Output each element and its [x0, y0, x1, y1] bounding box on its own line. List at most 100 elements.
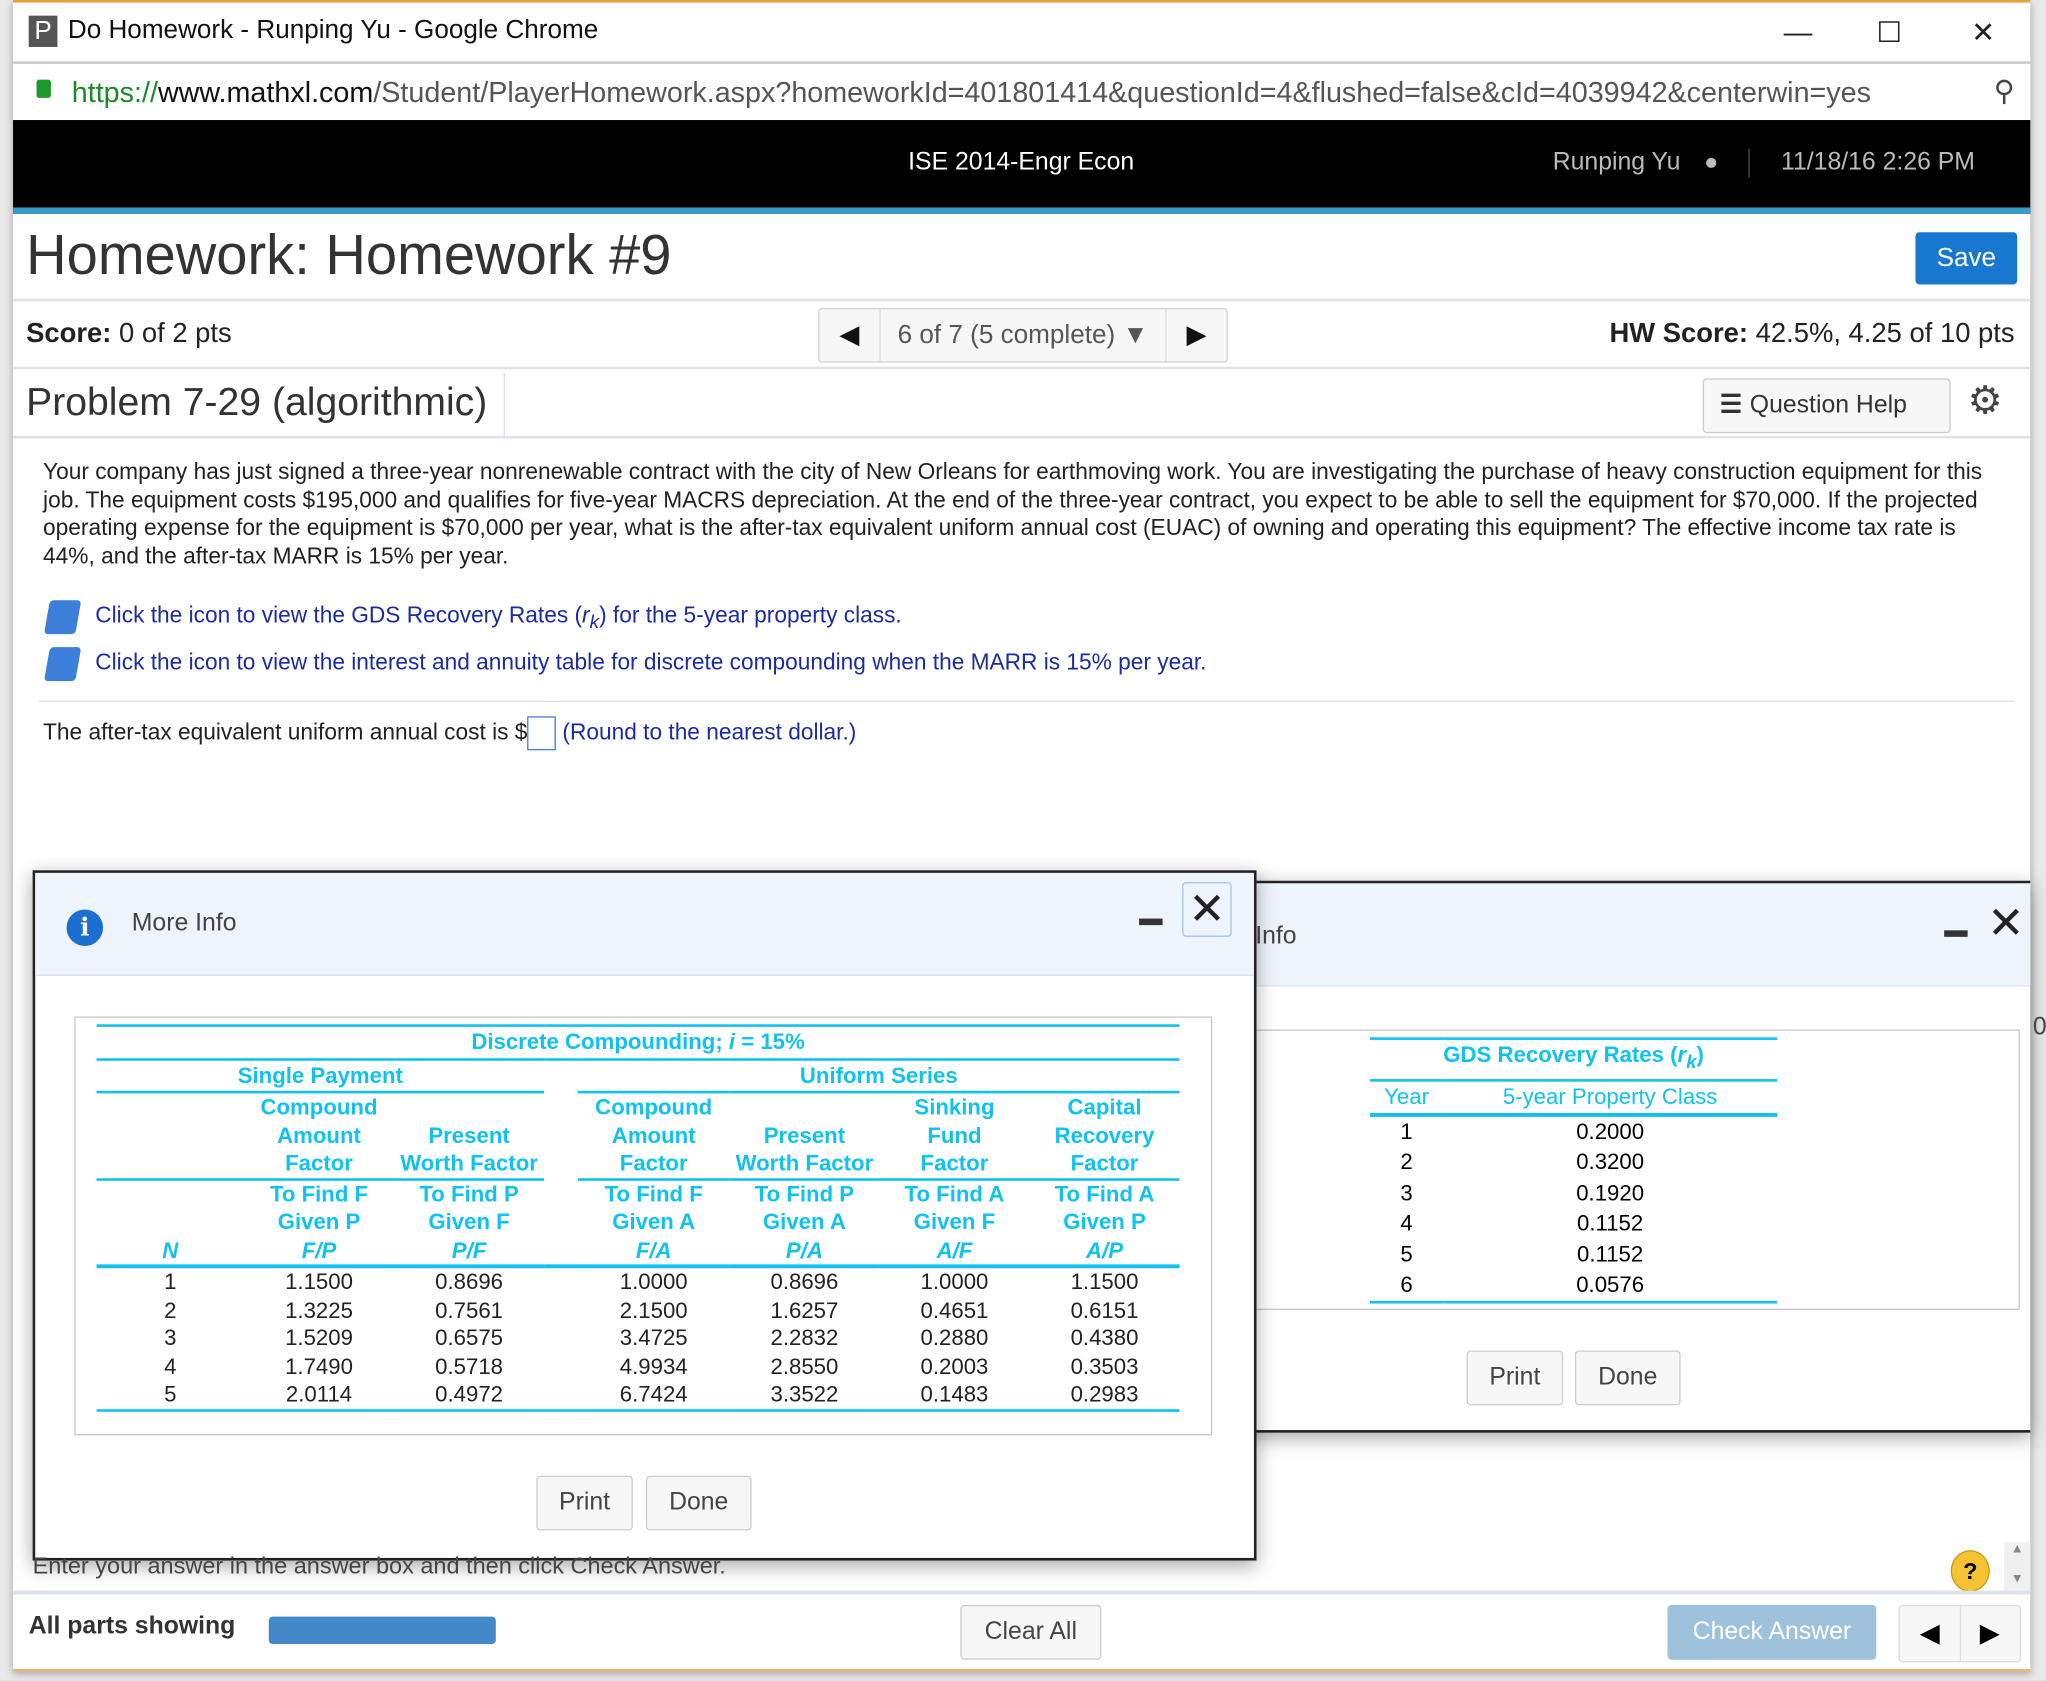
- row-n: 1: [164, 1269, 177, 1295]
- dialog-header: Info ✕: [1242, 883, 2031, 987]
- zoom-search-icon[interactable]: ⚲: [1994, 74, 2015, 108]
- table-row: 6 0.0576: [1370, 1269, 1778, 1303]
- list-icon: ☰: [1719, 391, 1742, 419]
- maximize-icon[interactable]: ☐: [1863, 10, 1915, 54]
- column-name: Capital: [1067, 1095, 1142, 1120]
- previous-part-button[interactable]: ◀: [1900, 1606, 1962, 1662]
- browser-window: P Do Homework - Runping Yu - Google Chro…: [13, 0, 2046, 1672]
- table-cell: 2.8550: [770, 1354, 839, 1379]
- answer-prefix: The after-tax equivalent uniform annual …: [43, 718, 528, 745]
- table-cell: 0.4651: [920, 1297, 989, 1323]
- next-part-button[interactable]: ▶: [1960, 1606, 2020, 1661]
- clear-all-button[interactable]: Clear All: [960, 1604, 1102, 1660]
- table-row: 4 0.1152: [1370, 1208, 1777, 1239]
- column-find: Given P: [1063, 1209, 1146, 1235]
- user-name[interactable]: Runping Yu: [1553, 149, 1681, 178]
- user-icon[interactable]: ●: [1704, 149, 1718, 176]
- row-year: 3: [1400, 1180, 1413, 1206]
- divider: [13, 435, 2031, 439]
- book-icon[interactable]: [43, 600, 82, 635]
- column-name: [394, 1092, 544, 1121]
- divider: [1748, 148, 1750, 178]
- row-n: 2: [164, 1297, 177, 1323]
- gap-cell: [544, 1324, 578, 1352]
- blank-cell: [97, 1179, 244, 1208]
- dialog-title: Info: [1255, 922, 1297, 950]
- answer-line: The after-tax equivalent uniform annual …: [43, 716, 857, 751]
- column-name: Present: [763, 1123, 846, 1148]
- minimize-icon[interactable]: [1944, 930, 1968, 937]
- scrollbar[interactable]: ▲ ▼: [2004, 1542, 2031, 1595]
- question-text: Your company has just signed a three-yea…: [43, 457, 1983, 569]
- question-help-button[interactable]: ☰ Question Help: [1702, 378, 1951, 434]
- done-button[interactable]: Done: [1574, 1350, 1681, 1406]
- gds-rates-link[interactable]: Click the icon to view the GDS Recovery …: [95, 602, 901, 634]
- link-r: r: [582, 601, 590, 628]
- table-cell: 1.0000: [920, 1269, 989, 1295]
- column-find: To Find F: [269, 1181, 369, 1207]
- print-button[interactable]: Print: [536, 1475, 633, 1531]
- answer-input[interactable]: [527, 716, 557, 751]
- table-cell: 0.4972: [394, 1380, 545, 1412]
- save-button[interactable]: Save: [1915, 232, 2018, 285]
- help-icon[interactable]: ?: [1950, 1550, 1990, 1592]
- interest-table-link[interactable]: Click the icon to view the interest and …: [95, 648, 1206, 675]
- question-position-dropdown[interactable]: 6 of 7 (5 complete) ▼: [881, 309, 1165, 361]
- minimize-icon[interactable]: —: [1772, 10, 1824, 54]
- address-bar[interactable]: https://www.mathxl.com/Student/PlayerHom…: [13, 61, 2031, 123]
- column-find: To Find F: [604, 1181, 703, 1207]
- column-find: A/F: [879, 1236, 1030, 1269]
- interest-table: Discrete Compounding; i = 15% Single Paym…: [96, 1024, 1180, 1412]
- gap-cell: [544, 1150, 578, 1179]
- close-window-icon[interactable]: ✕: [1957, 10, 2009, 54]
- part-navigator: ◀ ▶: [1898, 1604, 2022, 1663]
- dialog-header: i More Info ✕: [35, 872, 1254, 976]
- table-title-row: GDS Recovery Rates (rk): [1370, 1037, 1778, 1082]
- gap-cell: [544, 1121, 578, 1149]
- gap-cell: [544, 1179, 578, 1208]
- table-cell: 3.4725: [619, 1326, 688, 1351]
- table-row: 3 0.1920: [1370, 1178, 1777, 1209]
- table-cell: 1.1500: [285, 1269, 353, 1295]
- next-question-button[interactable]: ▶: [1165, 309, 1226, 362]
- done-button[interactable]: Done: [645, 1475, 752, 1531]
- scroll-down-icon[interactable]: ▼: [2004, 1572, 2030, 1586]
- score-label: Score:: [26, 318, 112, 349]
- parts-progress-bar: [268, 1616, 496, 1645]
- close-icon[interactable]: ✕: [1987, 902, 2024, 946]
- question-score: Score: 0 of 2 pts: [26, 318, 232, 349]
- course-name[interactable]: ISE 2014-Engr Econ: [908, 149, 1134, 178]
- book-icon[interactable]: [43, 647, 82, 682]
- url-text[interactable]: https://www.mathxl.com/Student/PlayerHom…: [72, 76, 1977, 110]
- hw-score-label: HW Score:: [1609, 318, 1749, 349]
- score-value: 0 of 2 pts: [119, 318, 232, 349]
- minimize-icon[interactable]: [1139, 918, 1163, 926]
- column-find: Given F: [913, 1209, 996, 1235]
- table-row: 2 0.3200: [1370, 1147, 1777, 1178]
- answer-hint: (Round to the nearest dollar.): [562, 718, 857, 745]
- table-cell: 0.2880: [920, 1326, 989, 1351]
- gap-cell: [544, 1380, 579, 1412]
- close-icon[interactable]: ✕: [1182, 882, 1232, 937]
- previous-question-button[interactable]: ◀: [819, 309, 881, 362]
- background-text-fragment: 0: [2032, 1013, 2046, 1042]
- table-row: 3 1.5209 0.6575 3.4725 2.2832 0.2880 0.4380: [97, 1324, 1180, 1352]
- print-button[interactable]: Print: [1466, 1350, 1564, 1406]
- column-find-row: Given P Given F Given A Given A Given F Given…: [97, 1208, 1180, 1236]
- column-name-row: Factor Worth Factor Factor Worth Factor Fact…: [96, 1149, 1180, 1181]
- scroll-up-icon[interactable]: ▲: [2004, 1542, 2030, 1556]
- datetime: 11/18/16 2:26 PM: [1781, 148, 1975, 177]
- check-answer-button[interactable]: Check Answer: [1667, 1604, 1877, 1660]
- blank-cell: [96, 1149, 244, 1181]
- row-n: 3: [164, 1326, 177, 1351]
- url-path: /Student/PlayerHomework.aspx?homeworkId=…: [373, 75, 1871, 109]
- gear-icon[interactable]: ⚙: [1968, 378, 2003, 424]
- info-icon: i: [66, 909, 104, 946]
- table-cell: 2.0114: [243, 1380, 395, 1412]
- column-year: Year: [1370, 1080, 1444, 1117]
- instruction-text: Enter your answer in the answer box and …: [32, 1552, 726, 1579]
- column-find: To Find A: [1054, 1181, 1155, 1207]
- column-find: To Find P: [419, 1181, 519, 1207]
- column-name: Present: [428, 1123, 510, 1148]
- column-find: Given A: [612, 1209, 696, 1235]
